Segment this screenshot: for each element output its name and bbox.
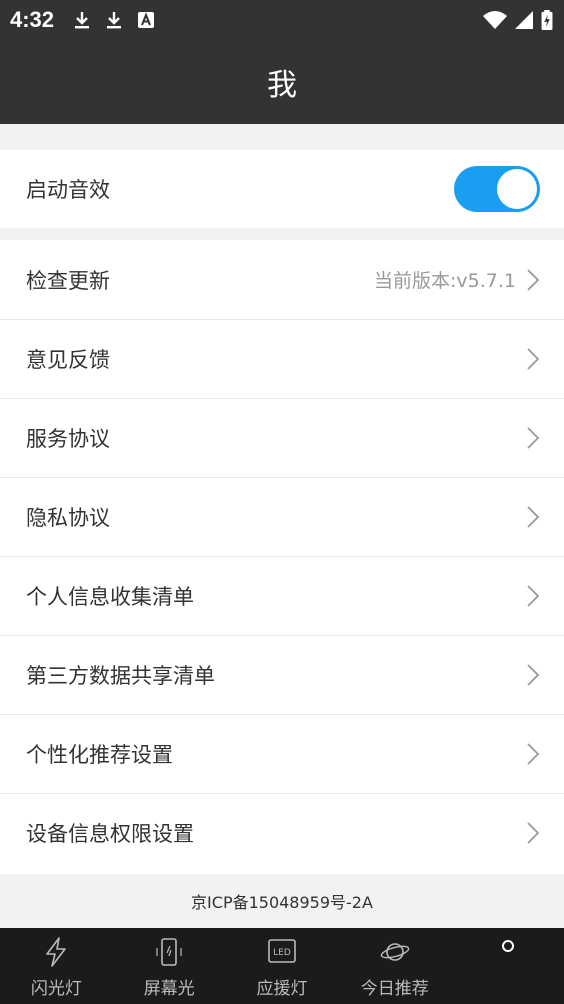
status-time: 4:32 <box>10 7 55 32</box>
chevron-right-icon <box>527 268 540 291</box>
nav-item-screen-light[interactable]: 屏幕光 <box>113 928 226 1004</box>
bottom-nav: 闪光灯 屏幕光 LED 应援灯 今日推荐 <box>0 928 564 1004</box>
menu-item-label: 服务协议 <box>26 426 110 451</box>
download-icon <box>75 12 90 29</box>
phone-screen-icon <box>156 938 182 966</box>
profile-icon <box>501 940 514 952</box>
menu-item-label: 个性化推荐设置 <box>26 742 173 767</box>
settings-list: 检查更新 当前版本:v5.7.1 意见反馈 服务协议 隐私协议 个人信息收集清单… <box>0 240 564 874</box>
menu-item-label: 个人信息收集清单 <box>26 584 194 609</box>
page-title: 我 <box>267 68 297 103</box>
lightning-icon <box>46 937 67 967</box>
menu-item-label: 检查更新 <box>26 268 110 293</box>
nav-item-profile[interactable] <box>451 928 564 1004</box>
chevron-right-icon <box>527 663 540 686</box>
status-bar: 4:32 <box>0 0 564 40</box>
sound-setting-row: 启动音效 <box>0 150 564 228</box>
menu-item-personal-info-list[interactable]: 个人信息收集清单 <box>0 556 564 635</box>
menu-item-check-update[interactable]: 检查更新 当前版本:v5.7.1 <box>0 240 564 319</box>
menu-item-label: 第三方数据共享清单 <box>26 663 215 688</box>
chevron-right-icon <box>527 347 540 370</box>
icp-license: 京ICP备15048959号-2A <box>0 874 564 928</box>
nav-item-cheer-light[interactable]: LED 应援灯 <box>226 928 339 1004</box>
header: 我 <box>0 40 564 124</box>
chevron-right-icon <box>527 821 540 844</box>
chevron-right-icon <box>527 742 540 765</box>
system-icons <box>482 10 554 30</box>
menu-item-label: 隐私协议 <box>26 505 110 530</box>
nav-label: 应援灯 <box>256 979 308 999</box>
sound-setting-label: 启动音效 <box>26 178 110 202</box>
chevron-right-icon <box>527 505 540 528</box>
battery-charging-icon <box>541 10 553 30</box>
menu-item-device-permissions[interactable]: 设备信息权限设置 <box>0 793 564 872</box>
menu-item-service-agreement[interactable]: 服务协议 <box>0 398 564 477</box>
chevron-right-icon <box>527 426 540 449</box>
version-value: 当前版本:v5.7.1 <box>374 270 516 292</box>
nav-item-daily-recommend[interactable]: 今日推荐 <box>338 928 451 1004</box>
nav-label: 屏幕光 <box>143 979 195 999</box>
notification-icons <box>72 10 156 30</box>
wifi-icon <box>483 11 507 29</box>
menu-item-feedback[interactable]: 意见反馈 <box>0 319 564 398</box>
menu-item-label: 设备信息权限设置 <box>26 821 194 846</box>
signal-icon <box>515 11 533 29</box>
menu-item-label: 意见反馈 <box>26 347 110 372</box>
font-a-icon <box>138 12 155 28</box>
nav-label: 闪光灯 <box>30 979 82 999</box>
menu-item-third-party-sharing[interactable]: 第三方数据共享清单 <box>0 635 564 714</box>
download-icon <box>107 12 122 29</box>
chevron-right-icon <box>527 584 540 607</box>
sound-setting-card: 启动音效 <box>0 150 564 228</box>
menu-item-privacy-agreement[interactable]: 隐私协议 <box>0 477 564 556</box>
sound-toggle[interactable] <box>454 166 540 212</box>
planet-icon <box>380 943 410 961</box>
nav-label: 今日推荐 <box>360 979 429 999</box>
svg-text:LED: LED <box>273 948 291 958</box>
nav-item-flashlight[interactable]: 闪光灯 <box>0 928 113 1004</box>
toggle-knob <box>497 169 537 209</box>
led-icon: LED <box>268 939 296 963</box>
menu-item-personalized-recommendation[interactable]: 个性化推荐设置 <box>0 714 564 793</box>
